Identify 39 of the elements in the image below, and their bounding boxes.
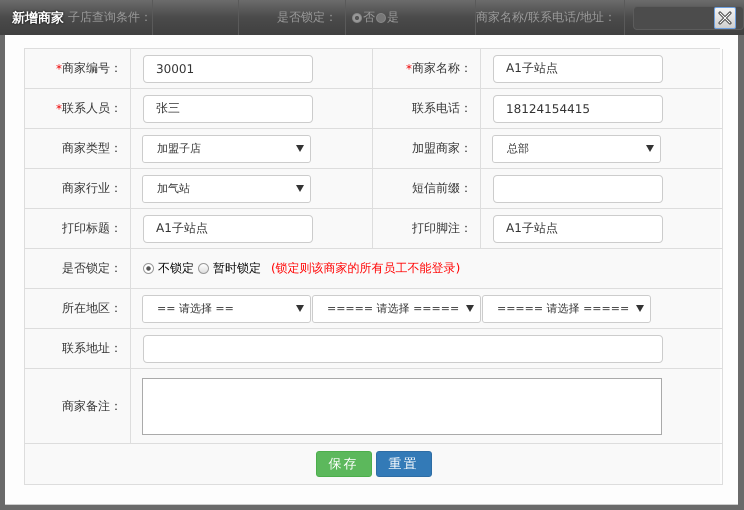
required-mark: * [406, 62, 412, 76]
radio-label: 不锁定 [158, 260, 194, 277]
field-label: 商家名称： [412, 60, 472, 77]
text-field[interactable]: 18124154415 [493, 94, 663, 122]
form-button[interactable]: 重置 [376, 451, 432, 477]
radio-label: 是 [386, 9, 399, 26]
field-label: 商家备注： [62, 398, 122, 414]
text-field[interactable]: A1子站点 [143, 214, 313, 242]
field-label: 加盟商家： [412, 140, 472, 157]
filter-label: 子店查询条件： [68, 9, 152, 26]
select-field[interactable]: ===== 请选择 ===== [482, 294, 651, 322]
search-label: 商家名称/联系电话/地址： [476, 9, 616, 26]
field-label: 打印脚注： [412, 220, 472, 237]
field-label: 商家行业： [62, 180, 122, 197]
lock-note: (锁定则该商家的所有员工不能登录) [271, 260, 460, 277]
field-label: 联系人员： [62, 100, 122, 117]
dialog-title: 新增商家 [12, 10, 64, 27]
text-field[interactable]: A1子站点 [493, 54, 663, 82]
field-label: 商家类型： [62, 140, 122, 157]
select-field[interactable]: ===== 请选择 ===== [312, 294, 481, 322]
radio-label: 否 [362, 9, 375, 26]
text-field[interactable]: 30001 [143, 54, 313, 82]
field-label: 所在地区： [62, 300, 122, 317]
required-mark: * [56, 102, 62, 116]
select-field[interactable]: 总部 [492, 134, 661, 162]
field-label: 商家编号： [62, 60, 122, 77]
field-label: 联系电话： [412, 100, 472, 117]
field-label: 是否锁定： [62, 260, 122, 277]
text-field[interactable]: A1子站点 [493, 214, 663, 242]
field-label: 打印标题： [62, 220, 122, 237]
text-field[interactable]: 张三 [143, 94, 313, 122]
select-field[interactable]: 加气站 [142, 174, 311, 202]
radio-label: 暂时锁定 [213, 260, 261, 277]
lock-label: 是否锁定： [276, 9, 337, 26]
required-mark: * [56, 62, 62, 76]
field-label: 联系地址： [62, 340, 122, 357]
field-label: 短信前缀： [412, 180, 472, 197]
select-field[interactable]: == 请选择 == [142, 294, 311, 322]
select-field[interactable]: 加盟子店 [142, 134, 311, 162]
